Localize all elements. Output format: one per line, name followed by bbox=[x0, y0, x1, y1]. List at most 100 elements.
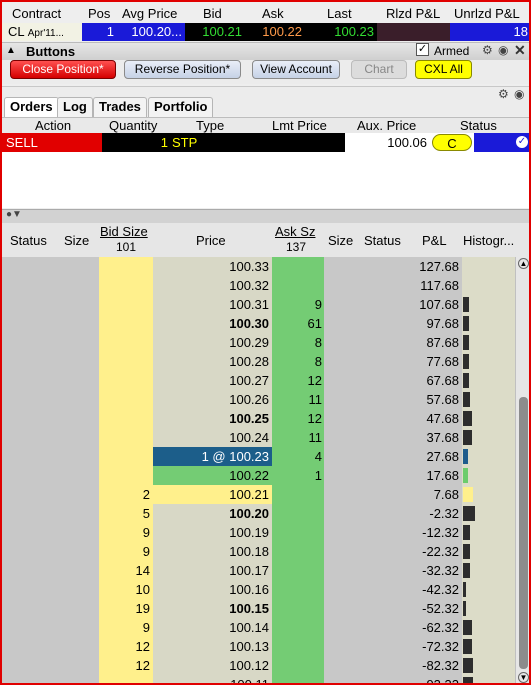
ask-size-cell[interactable] bbox=[272, 675, 324, 683]
ladder-row[interactable]: 100.32 117.68 bbox=[2, 276, 515, 295]
ask-size-cell[interactable]: 1 bbox=[272, 466, 324, 485]
price-cell[interactable]: 100.20 bbox=[153, 504, 272, 523]
price-cell[interactable]: 100.11 bbox=[153, 675, 272, 683]
ask-size-cell[interactable]: 11 bbox=[272, 428, 324, 447]
price-cell[interactable]: 100.16 bbox=[153, 580, 272, 599]
tab-trades[interactable]: Trades bbox=[93, 97, 147, 117]
tab-log[interactable]: Log bbox=[57, 97, 93, 117]
price-cell[interactable]: 100.17 bbox=[153, 561, 272, 580]
bid-size-cell[interactable] bbox=[99, 390, 153, 409]
order-type[interactable]: STP bbox=[172, 133, 232, 152]
bid-size-cell[interactable] bbox=[99, 371, 153, 390]
ask-size-cell[interactable] bbox=[272, 561, 324, 580]
price-cell[interactable]: 100.29 bbox=[153, 333, 272, 352]
bid-size-cell[interactable]: 5 bbox=[99, 504, 153, 523]
bid-size-cell[interactable]: 2 bbox=[99, 485, 153, 504]
ladder-row[interactable]: 12 100.13 -72.32 bbox=[2, 637, 515, 656]
bid-size-cell[interactable]: 19 bbox=[99, 599, 153, 618]
ask-size-cell[interactable]: 12 bbox=[272, 409, 324, 428]
bid-size-cell[interactable]: 9 bbox=[99, 618, 153, 637]
ladder-row[interactable]: 100.26 11 57.68 bbox=[2, 390, 515, 409]
price-cell[interactable]: 1 @ 100.23 bbox=[153, 447, 272, 466]
bid-size-cell[interactable] bbox=[99, 466, 153, 485]
bid-size-cell[interactable]: 9 bbox=[99, 542, 153, 561]
price-cell[interactable]: 100.19 bbox=[153, 523, 272, 542]
ask-size-cell[interactable]: 9 bbox=[272, 295, 324, 314]
contract-cell[interactable]: CL Apr'11... bbox=[2, 23, 82, 41]
price-cell[interactable]: 100.28 bbox=[153, 352, 272, 371]
ask-size-cell[interactable] bbox=[272, 656, 324, 675]
ask-size-cell[interactable]: 4 bbox=[272, 447, 324, 466]
ladder-scrollbar[interactable]: ▲ ▼ bbox=[515, 257, 529, 683]
ladder-row[interactable]: 100.24 11 37.68 bbox=[2, 428, 515, 447]
bid-cell[interactable]: 100.21 bbox=[185, 23, 245, 41]
bid-size-cell[interactable]: 9 bbox=[99, 523, 153, 542]
bid-size-cell[interactable]: 12 bbox=[99, 656, 153, 675]
price-cell[interactable]: 100.24 bbox=[153, 428, 272, 447]
close-icon[interactable]: ✕ bbox=[514, 42, 526, 59]
bid-size-cell[interactable] bbox=[99, 333, 153, 352]
bid-size-cell[interactable] bbox=[99, 295, 153, 314]
ladder-row[interactable]: 100.25 12 47.68 bbox=[2, 409, 515, 428]
tab-portfolio[interactable]: Portfolio bbox=[148, 97, 214, 117]
ask-size-cell[interactable] bbox=[272, 504, 324, 523]
scroll-down-icon[interactable]: ▼ bbox=[518, 672, 529, 683]
price-cell[interactable]: 100.18 bbox=[153, 542, 272, 561]
close-position-button[interactable]: Close Position* bbox=[10, 60, 116, 79]
price-cell[interactable]: 100.27 bbox=[153, 371, 272, 390]
quote-row[interactable]: CL Apr'11... 1 100.20... 100.21 100.22 1… bbox=[2, 23, 529, 41]
transmit-button[interactable]: C bbox=[432, 134, 472, 151]
view-account-button[interactable]: View Account bbox=[252, 60, 340, 79]
ask-size-cell[interactable] bbox=[272, 257, 324, 276]
ladder-row[interactable]: 12 100.12 -82.32 bbox=[2, 656, 515, 675]
price-cell[interactable]: 100.25 bbox=[153, 409, 272, 428]
expand-icon[interactable]: ●▼ bbox=[6, 209, 22, 220]
settings-icon[interactable]: ⚙ bbox=[482, 43, 493, 57]
ask-size-cell[interactable] bbox=[272, 618, 324, 637]
bid-size-cell[interactable] bbox=[99, 428, 153, 447]
help-icon[interactable]: ◉ bbox=[498, 43, 508, 57]
bid-size-cell[interactable] bbox=[99, 314, 153, 333]
armed-checkbox[interactable]: ✓ bbox=[416, 43, 429, 56]
ladder-row[interactable]: 100.29 8 87.68 bbox=[2, 333, 515, 352]
order-aux-price[interactable]: 100.06 bbox=[345, 133, 430, 152]
chart-button[interactable]: Chart bbox=[351, 60, 407, 79]
bid-size-cell[interactable] bbox=[99, 257, 153, 276]
price-cell[interactable]: 100.15 bbox=[153, 599, 272, 618]
ladder-row[interactable]: 100.22 1 17.68 bbox=[2, 466, 515, 485]
ladder-row[interactable]: 1 @ 100.23 4 27.68 bbox=[2, 447, 515, 466]
ladder-row[interactable]: 14 100.17 -32.32 bbox=[2, 561, 515, 580]
price-cell[interactable]: 100.14 bbox=[153, 618, 272, 637]
ask-size-cell[interactable]: 11 bbox=[272, 390, 324, 409]
col-ask-size[interactable]: Ask Sz bbox=[275, 224, 315, 239]
bid-size-cell[interactable]: 10 bbox=[99, 580, 153, 599]
ask-size-cell[interactable] bbox=[272, 485, 324, 504]
panel-settings-icon[interactable]: ⚙ bbox=[498, 87, 509, 101]
price-cell[interactable]: 100.31 bbox=[153, 295, 272, 314]
ask-size-cell[interactable]: 8 bbox=[272, 333, 324, 352]
scroll-up-icon[interactable]: ▲ bbox=[518, 258, 529, 269]
order-lmt-price[interactable] bbox=[272, 133, 342, 152]
ask-size-cell[interactable] bbox=[272, 637, 324, 656]
ladder-row[interactable]: 19 100.15 -52.32 bbox=[2, 599, 515, 618]
ladder-row[interactable]: 9 100.18 -22.32 bbox=[2, 542, 515, 561]
price-cell[interactable]: 100.32 bbox=[153, 276, 272, 295]
ask-size-cell[interactable]: 61 bbox=[272, 314, 324, 333]
ask-size-cell[interactable]: 8 bbox=[272, 352, 324, 371]
ladder-row[interactable]: 100.28 8 77.68 bbox=[2, 352, 515, 371]
col-bid-size[interactable]: Bid Size bbox=[100, 224, 148, 239]
ladder-row[interactable]: 2 100.21 7.68 bbox=[2, 485, 515, 504]
ladder-row[interactable]: 9 100.19 -12.32 bbox=[2, 523, 515, 542]
bid-size-cell[interactable] bbox=[99, 447, 153, 466]
ladder-row[interactable]: 100.31 9 107.68 bbox=[2, 295, 515, 314]
ask-size-cell[interactable] bbox=[272, 580, 324, 599]
ladder-row[interactable]: 100.11 -92.32 bbox=[2, 675, 515, 683]
ask-cell[interactable]: 100.22 bbox=[245, 23, 305, 41]
ask-size-cell[interactable]: 12 bbox=[272, 371, 324, 390]
price-cell[interactable]: 100.12 bbox=[153, 656, 272, 675]
panel-help-icon[interactable]: ◉ bbox=[514, 87, 524, 101]
ask-size-cell[interactable] bbox=[272, 523, 324, 542]
collapse-icon[interactable]: ▲ bbox=[6, 45, 16, 56]
price-cell[interactable]: 100.33 bbox=[153, 257, 272, 276]
bid-size-cell[interactable]: 12 bbox=[99, 637, 153, 656]
